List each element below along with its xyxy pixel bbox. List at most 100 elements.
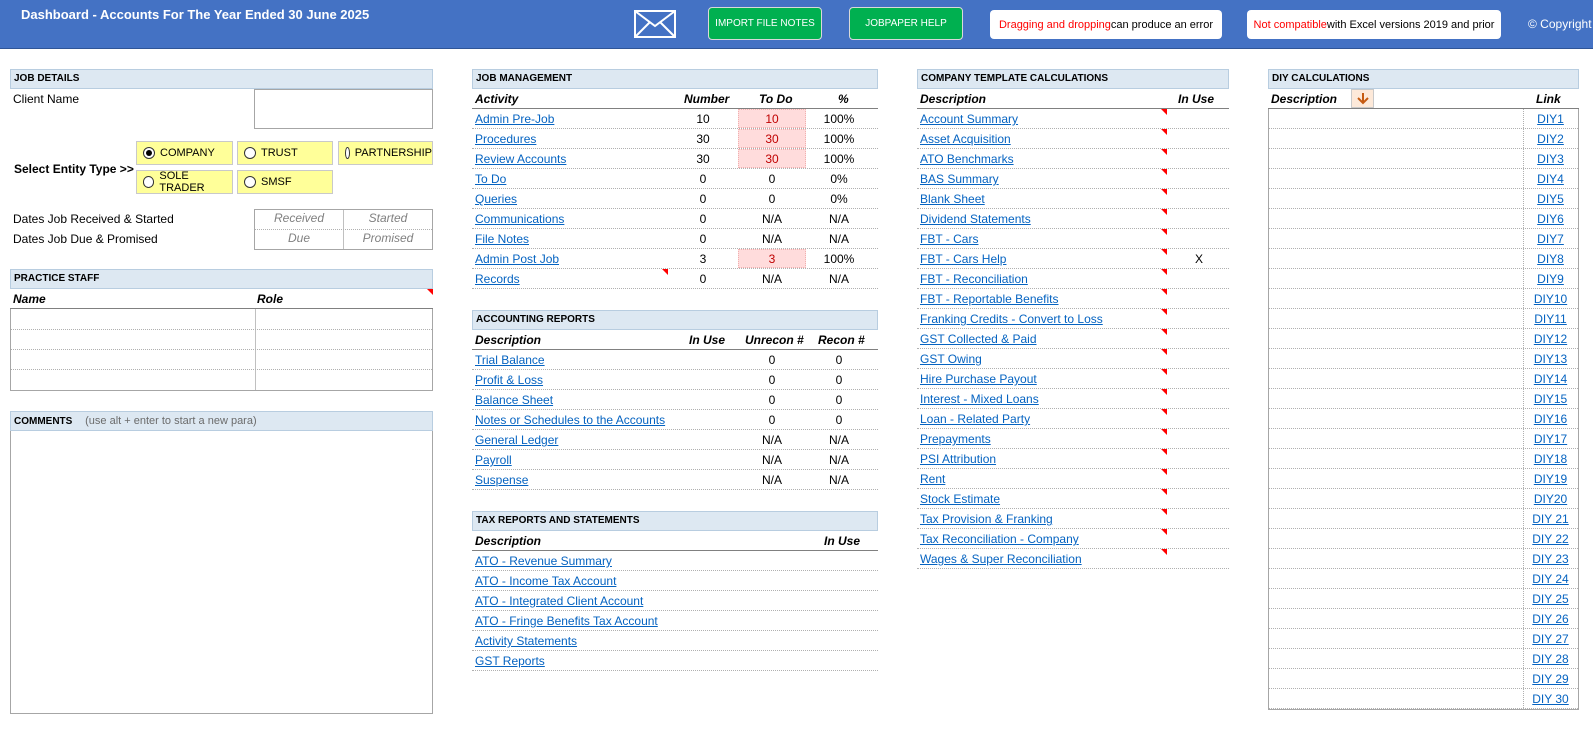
report-link[interactable]: Suspense [475,473,528,487]
envelope-icon[interactable] [634,10,676,38]
template-link[interactable]: Franking Credits - Convert to Loss [920,312,1103,326]
diy-link[interactable]: DIY13 [1524,352,1577,366]
diy-link[interactable]: DIY16 [1524,412,1577,426]
report-link[interactable]: Notes or Schedules to the Accounts [475,413,665,427]
diy-link[interactable]: DIY17 [1524,432,1577,446]
diy-link[interactable]: DIY 28 [1524,652,1577,666]
template-link[interactable]: Hire Purchase Payout [920,372,1037,386]
started-date-field[interactable]: Started [344,211,432,225]
template-link[interactable]: Tax Reconciliation - Company [920,532,1079,546]
diy-link[interactable]: DIY8 [1524,252,1577,266]
diy-link[interactable]: DIY10 [1524,292,1577,306]
activity-link[interactable]: Review Accounts [475,152,566,166]
table-row: ATO - Income Tax Account [472,571,878,591]
template-link[interactable]: PSI Attribution [920,452,996,466]
due-date-field[interactable]: Due [255,231,343,245]
sort-button[interactable] [1351,89,1374,108]
report-link[interactable]: Balance Sheet [475,393,553,407]
diy-link[interactable]: DIY 29 [1524,672,1577,686]
entity-option-company[interactable]: COMPANY [136,141,233,165]
diy-link[interactable]: DIY 30 [1524,692,1577,706]
activity-link[interactable]: Communications [475,212,564,226]
template-link[interactable]: ATO Benchmarks [920,152,1014,166]
table-row: DIY1 [1269,109,1578,129]
activity-link[interactable]: Queries [475,192,517,206]
jobpaper-help-button[interactable]: JOBPAPER HELP [849,7,963,40]
report-link[interactable]: ATO - Income Tax Account [475,574,616,588]
divider [11,349,432,350]
diy-link[interactable]: DIY7 [1524,232,1577,246]
report-link[interactable]: ATO - Revenue Summary [475,554,612,568]
unrecon-cell: 0 [768,353,776,367]
template-link[interactable]: Interest - Mixed Loans [920,392,1039,406]
diy-link[interactable]: DIY4 [1524,172,1577,186]
diy-link[interactable]: DIY5 [1524,192,1577,206]
table-row: DIY 27 [1269,629,1578,649]
template-link[interactable]: Asset Acquisition [920,132,1011,146]
activity-link[interactable]: Admin Post Job [475,252,559,266]
template-link[interactable]: Rent [920,472,945,486]
diy-link[interactable]: DIY6 [1524,212,1577,226]
promised-date-field[interactable]: Promised [344,231,432,245]
diy-link[interactable]: DIY3 [1524,152,1577,166]
entity-option-trust[interactable]: TRUST [237,141,333,165]
activity-link[interactable]: Procedures [475,132,536,146]
entity-option-partnership[interactable]: PARTNERSHIP [338,141,433,165]
entity-option-sole-trader[interactable]: SOLE TRADER [136,170,233,194]
diy-link[interactable]: DIY20 [1524,492,1577,506]
template-link[interactable]: BAS Summary [920,172,999,186]
diy-link[interactable]: DIY 26 [1524,612,1577,626]
report-link[interactable]: General Ledger [475,433,558,447]
report-link[interactable]: ATO - Fringe Benefits Tax Account [475,614,658,628]
report-link[interactable]: ATO - Integrated Client Account [475,594,643,608]
diy-link[interactable]: DIY12 [1524,332,1577,346]
template-link[interactable]: FBT - Reportable Benefits [920,292,1059,306]
template-link[interactable]: Stock Estimate [920,492,1000,506]
table-row: Review Accounts 30 30 100% [472,149,878,169]
template-link[interactable]: Dividend Statements [920,212,1031,226]
diy-link[interactable]: DIY19 [1524,472,1577,486]
activity-link[interactable]: File Notes [475,232,529,246]
received-date-field[interactable]: Received [255,211,343,225]
diy-link[interactable]: DIY2 [1524,132,1577,146]
entity-option-smsf[interactable]: SMSF [237,170,333,194]
diy-link[interactable]: DIY 27 [1524,632,1577,646]
template-link[interactable]: FBT - Reconciliation [920,272,1028,286]
template-link[interactable]: FBT - Cars [920,232,978,246]
template-link[interactable]: Tax Provision & Franking [920,512,1053,526]
import-file-notes-button[interactable]: IMPORT FILE NOTES [708,7,822,40]
comments-textarea[interactable] [10,431,433,714]
activity-link[interactable]: To Do [475,172,506,186]
diy-link[interactable]: DIY 25 [1524,592,1577,606]
staff-table[interactable] [10,309,433,391]
diy-link[interactable]: DIY 22 [1524,532,1577,546]
template-link[interactable]: Wages & Super Reconciliation [920,552,1082,566]
diy-link[interactable]: DIY18 [1524,452,1577,466]
diy-link[interactable]: DIY14 [1524,372,1577,386]
diy-link[interactable]: DIY11 [1524,312,1577,326]
report-link[interactable]: GST Reports [475,654,545,668]
client-name-input[interactable] [254,89,433,129]
report-link[interactable]: Trial Balance [475,353,545,367]
diy-link[interactable]: DIY15 [1524,392,1577,406]
diy-link[interactable]: DIY 23 [1524,552,1577,566]
template-link[interactable]: Prepayments [920,432,991,446]
template-link[interactable]: GST Owing [920,352,982,366]
comment-flag-icon [1161,549,1167,555]
activity-link[interactable]: Records [475,272,520,286]
template-link[interactable]: FBT - Cars Help [920,252,1006,266]
template-link[interactable]: GST Collected & Paid [920,332,1037,346]
diy-link[interactable]: DIY1 [1524,112,1577,126]
template-link[interactable]: Blank Sheet [920,192,985,206]
report-link[interactable]: Profit & Loss [475,373,543,387]
template-link[interactable]: Account Summary [920,112,1018,126]
diy-link[interactable]: DIY9 [1524,272,1577,286]
comments-hint: (use alt + enter to start a new para) [85,415,257,427]
report-link[interactable]: Payroll [475,453,512,467]
report-link[interactable]: Activity Statements [475,634,577,648]
diy-link[interactable]: DIY 21 [1524,512,1577,526]
recon-cell: N/A [828,473,849,487]
template-link[interactable]: Loan - Related Party [920,412,1030,426]
diy-link[interactable]: DIY 24 [1524,572,1577,586]
activity-link[interactable]: Admin Pre-Job [475,112,554,126]
